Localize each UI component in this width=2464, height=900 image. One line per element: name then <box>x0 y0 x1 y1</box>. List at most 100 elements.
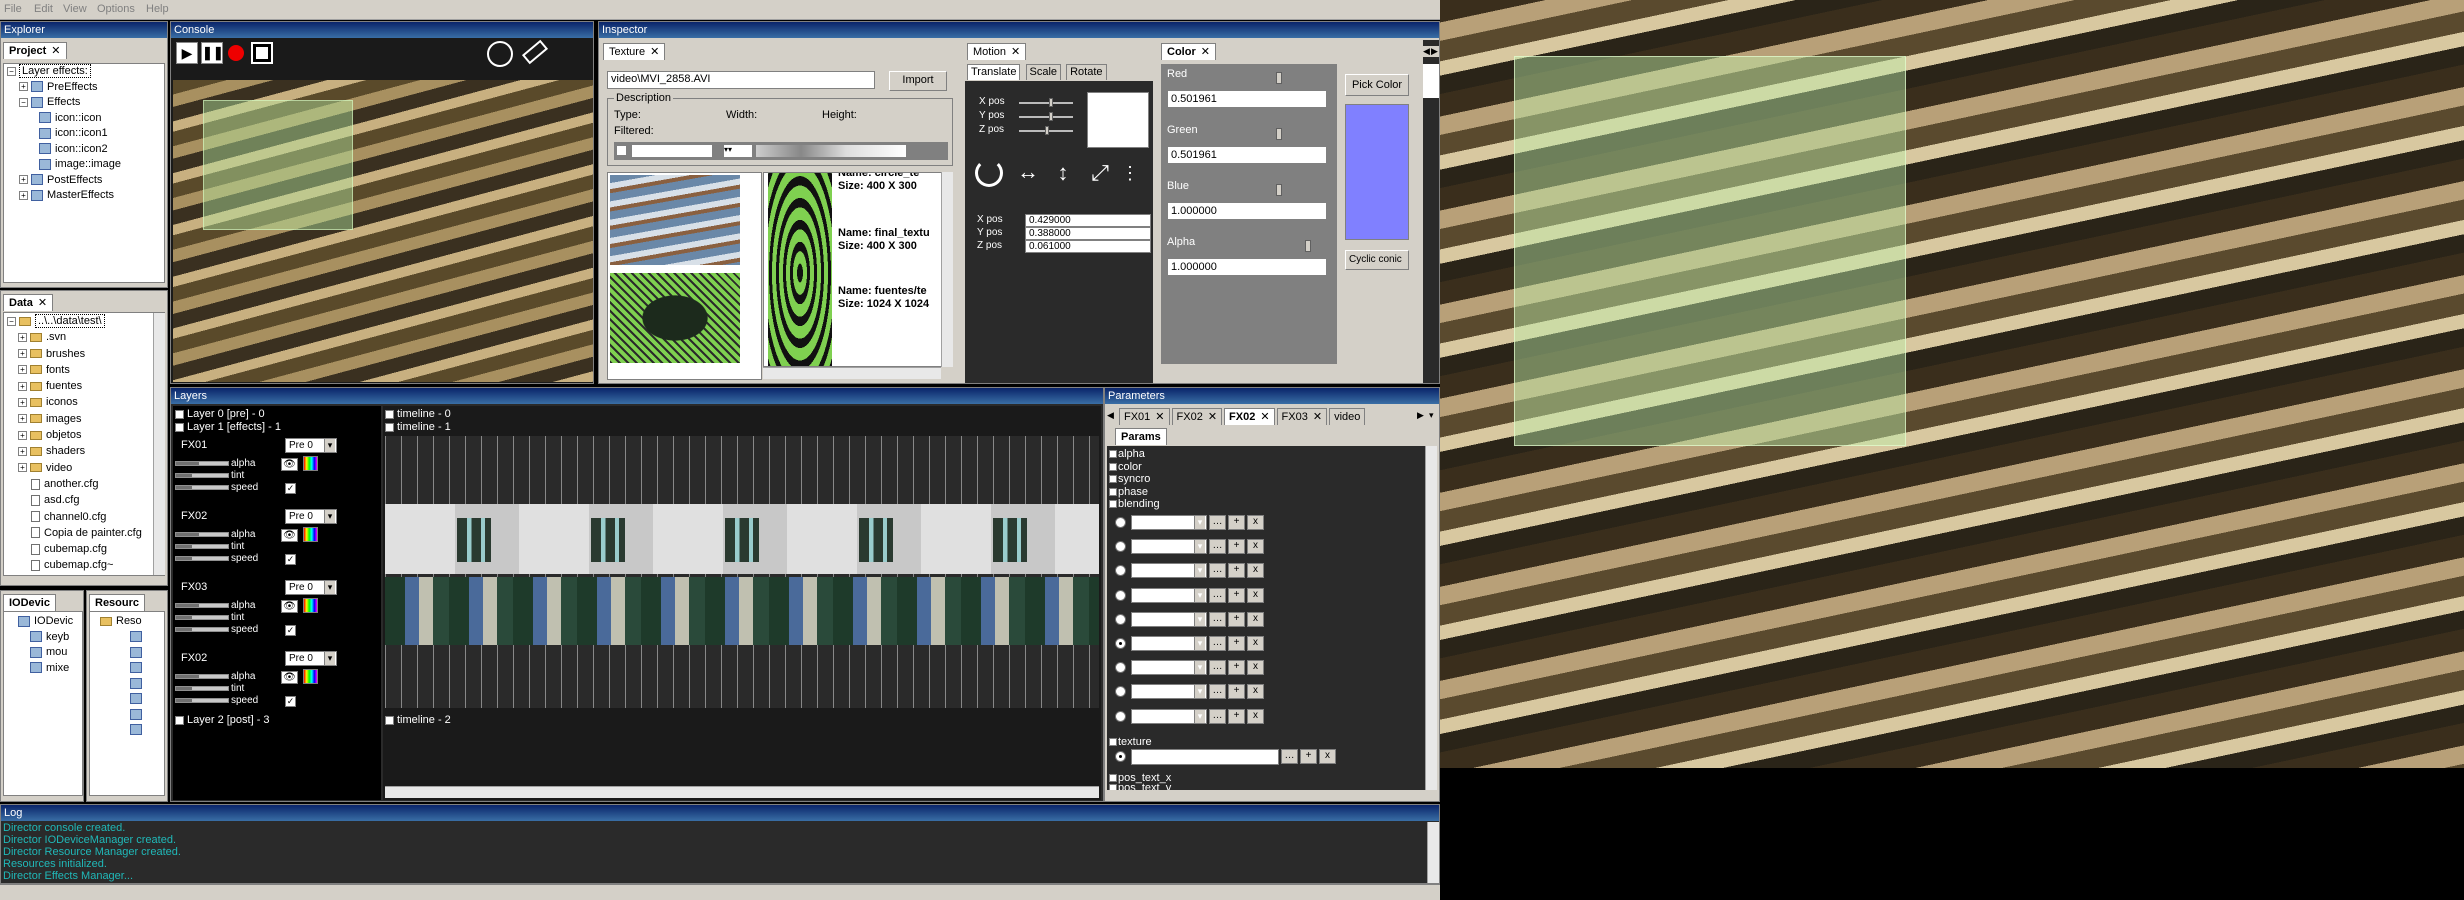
data-tree[interactable]: − ..\..\data\test\ + .svn + brushes + fonts + fue… <box>3 312 165 576</box>
close-icon[interactable]: ✕ <box>38 297 47 309</box>
tree-item[interactable]: + .svn <box>4 329 164 345</box>
thumb-water[interactable] <box>610 175 740 265</box>
param-speed-bar[interactable] <box>175 485 229 490</box>
blend-mode-select[interactable]: Multiply <box>1131 587 1207 603</box>
visibility-eye-icon[interactable]: 👁 <box>281 600 298 613</box>
expand-icon[interactable]: + <box>18 463 27 473</box>
expand-icon[interactable]: + <box>1109 450 1117 459</box>
green-slider[interactable] <box>1201 128 1311 140</box>
expand-icon[interactable]: + <box>1109 774 1117 783</box>
timeline-hscroll[interactable] <box>385 786 1099 798</box>
collapse-icon[interactable]: − <box>19 97 28 107</box>
blend-radio[interactable] <box>1115 589 1126 601</box>
menu-file[interactable]: File <box>4 3 22 15</box>
param-group[interactable]: − blending <box>1109 498 1160 510</box>
slider-knob[interactable] <box>1049 98 1053 107</box>
play-button[interactable]: ▶ <box>176 42 198 64</box>
tree-item[interactable]: + shaders <box>4 443 164 459</box>
close-icon[interactable]: ✕ <box>1155 411 1164 423</box>
blend-mode-select[interactable]: Transparency <box>1131 515 1207 530</box>
green-input[interactable]: 0.501961 <box>1167 146 1327 164</box>
expand-icon[interactable]: + <box>1109 475 1117 484</box>
tree-item[interactable] <box>100 645 164 661</box>
fx-preset-select[interactable]: Pre 0 <box>285 438 337 453</box>
expand-icon[interactable]: + <box>18 398 27 408</box>
more-button[interactable]: … <box>1209 611 1226 627</box>
add-button[interactable]: + <box>1228 515 1245 530</box>
speed-checkbox[interactable]: ✓ <box>285 554 296 565</box>
stop-button[interactable] <box>251 42 273 64</box>
param-list[interactable]: + alpha + color + syncro + phase − blending Transp… <box>1107 446 1425 790</box>
texture-vscroll[interactable] <box>941 172 953 367</box>
console-preview[interactable] <box>173 80 593 382</box>
tree-item[interactable]: + images <box>4 411 164 427</box>
remove-button[interactable]: x <box>1247 684 1264 700</box>
param-alpha-bar[interactable] <box>175 603 229 608</box>
tree-item[interactable]: + fuentes <box>4 378 164 394</box>
filter-controls[interactable]: ▾▾ <box>614 142 948 160</box>
slider-knob[interactable] <box>1276 184 1282 196</box>
output-preview[interactable] <box>1440 0 2464 768</box>
tree-item[interactable] <box>100 723 164 739</box>
move-vertical-icon[interactable]: ↕ <box>1051 159 1075 189</box>
blend-radio[interactable] <box>1115 686 1126 698</box>
color-picker-icon[interactable] <box>303 669 318 684</box>
expand-icon[interactable]: + <box>18 349 27 359</box>
ruler-icon[interactable] <box>521 39 549 65</box>
axis-value-input[interactable]: 0.388000 <box>1025 227 1151 240</box>
param-tint-bar[interactable] <box>175 615 229 620</box>
expand-icon[interactable]: + <box>18 332 27 342</box>
menu-options[interactable]: Options <box>97 3 135 15</box>
fx-preset-select[interactable]: Pre 0 <box>285 509 337 524</box>
more-button[interactable]: … <box>1209 539 1226 555</box>
expand-icon[interactable]: + <box>18 446 27 456</box>
texture-hscroll[interactable] <box>763 367 941 379</box>
expand-icon[interactable]: + <box>18 381 27 391</box>
param-alpha-bar[interactable] <box>175 461 229 466</box>
tree-item[interactable]: − Effects <box>4 95 164 111</box>
axis-slider[interactable] <box>1019 98 1073 107</box>
axis-value-input[interactable]: 0.429000 <box>1025 214 1151 227</box>
layer-row[interactable]: + Layer 0 [pre] - 0 <box>175 408 265 420</box>
cyclic-conic-button[interactable]: Cyclic conic <box>1345 250 1409 270</box>
more-button[interactable]: … <box>1209 587 1226 603</box>
tree-item[interactable] <box>100 676 164 692</box>
tree-item[interactable] <box>100 661 164 677</box>
blend-mode-select[interactable]: Additive w/a <box>1131 539 1207 555</box>
visibility-eye-icon[interactable]: 👁 <box>281 671 298 684</box>
blend-mode-select[interactable]: Mixing <box>1131 563 1207 579</box>
add-button[interactable]: + <box>1228 611 1245 627</box>
texture-value-input[interactable]: video\MVI_2858.AVI <box>1131 749 1279 765</box>
speed-checkbox[interactable]: ✓ <box>285 625 296 636</box>
blend-mode-select[interactable]: Overlay <box>1131 660 1207 676</box>
texture-path-input[interactable]: video\MVI_2858.AVI <box>607 71 875 89</box>
expand-icon[interactable]: + <box>385 715 394 725</box>
tab-texture[interactable]: Texture ✕ <box>603 43 666 60</box>
blend-radio[interactable] <box>1115 710 1126 722</box>
params-vscroll[interactable] <box>1425 446 1437 790</box>
slider-knob[interactable] <box>1276 72 1282 84</box>
texture-list[interactable]: Name: circle_te Size: 400 X 300 Name: fi… <box>763 172 953 367</box>
slider-knob[interactable] <box>1049 112 1053 121</box>
tree-item[interactable] <box>100 707 164 723</box>
slider-knob[interactable] <box>1305 240 1311 252</box>
tab-resource[interactable]: Resourc <box>89 594 146 611</box>
aperture-icon[interactable] <box>487 41 513 67</box>
tree-item[interactable]: − ..\..\data\test\ <box>4 313 164 329</box>
expand-icon[interactable]: + <box>1109 462 1117 471</box>
tab-color[interactable]: Color ✕ <box>1161 43 1216 60</box>
alpha-slider[interactable] <box>1201 240 1311 252</box>
more-button[interactable]: … <box>1209 515 1226 530</box>
speed-checkbox[interactable]: ✓ <box>285 696 296 707</box>
menu-help[interactable]: Help <box>146 3 169 15</box>
color-picker-icon[interactable] <box>303 456 318 471</box>
blue-slider[interactable] <box>1201 184 1311 196</box>
tree-item[interactable]: Copia de painter.cfg <box>4 525 164 541</box>
param-speed-bar[interactable] <box>175 698 229 703</box>
tree-item[interactable]: − Layer effects: <box>4 64 164 80</box>
axis-value-input[interactable]: 0.061000 <box>1025 240 1151 253</box>
axis-slider[interactable] <box>1019 112 1073 121</box>
remove-button[interactable]: x <box>1247 636 1264 651</box>
tree-item[interactable]: cubemap.cfg~ <box>4 557 164 573</box>
close-icon[interactable]: ✕ <box>1011 46 1020 58</box>
